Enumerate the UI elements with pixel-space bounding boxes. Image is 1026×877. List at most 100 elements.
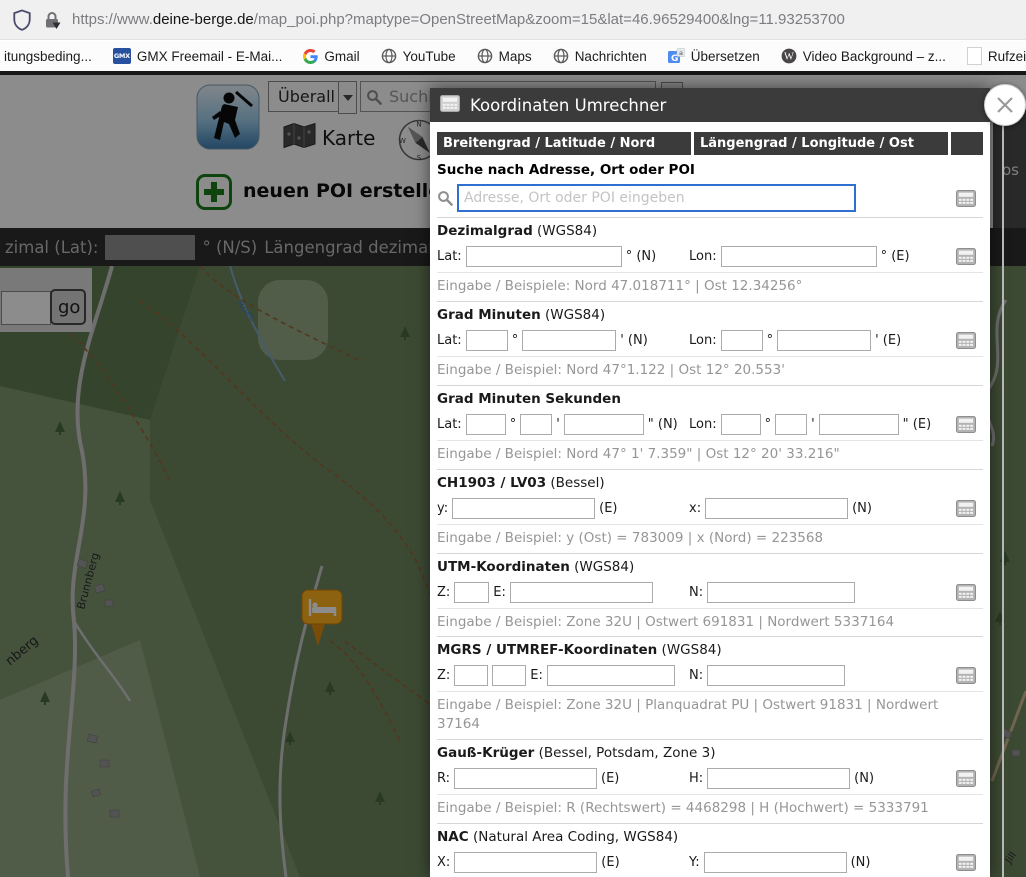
gms-lat-deg-input[interactable] bbox=[466, 414, 506, 435]
section-fields-row: Lat:° (N)Lon:° (E) bbox=[437, 242, 983, 272]
utm-north-input[interactable] bbox=[707, 582, 855, 603]
convert-dezimalgrad-button[interactable] bbox=[956, 248, 976, 265]
gm-lat-deg-input[interactable] bbox=[466, 330, 508, 351]
field-label: x: bbox=[689, 501, 701, 516]
lock-warning-icon[interactable] bbox=[43, 10, 61, 30]
bookmark-item-3[interactable]: YouTube bbox=[381, 48, 456, 64]
bookmark-item-8[interactable]: Rufzeichenliste_AFU.p... bbox=[967, 47, 1026, 65]
section-title: MGRS / UTMREF-Koordinaten (WGS84) bbox=[437, 636, 983, 661]
bookmark-label: YouTube bbox=[403, 49, 456, 64]
bookmark-item-6[interactable]: GaÜbersetzen bbox=[668, 48, 760, 65]
section-title: Gauß-Krüger (Bessel, Potsdam, Zone 3) bbox=[437, 739, 983, 764]
bookmark-item-0[interactable]: itungsbeding... bbox=[4, 49, 92, 64]
convert-grad-minuten-button[interactable] bbox=[956, 332, 976, 349]
decimal-lon-input[interactable] bbox=[721, 246, 877, 267]
convert-ch1903-lv03-button[interactable] bbox=[956, 500, 976, 517]
search-icon bbox=[437, 190, 453, 206]
field-label: E: bbox=[493, 585, 506, 600]
dialog-body: Breitengrad / Latitude / Nord Längengrad… bbox=[430, 122, 990, 877]
bookmark-item-1[interactable]: GMXGMX Freemail - E-Mai... bbox=[113, 48, 283, 64]
convert-nac-button[interactable] bbox=[956, 854, 976, 871]
field-label: Lat: bbox=[437, 333, 462, 348]
close-dialog-button[interactable] bbox=[984, 84, 1026, 126]
modal-search-input[interactable] bbox=[457, 184, 856, 212]
file-icon bbox=[967, 47, 982, 65]
field-unit: (E) bbox=[601, 855, 619, 870]
section-hint: Eingabe / Beispiele: Nord 47.018711° | O… bbox=[437, 272, 983, 301]
fields-right: H:(N) bbox=[689, 768, 929, 789]
fields-right: Y:(N) bbox=[689, 852, 929, 873]
section-hint: Eingabe / Beispiel: y (Ost) = 783009 | x… bbox=[437, 524, 983, 553]
ch1903-x-input[interactable] bbox=[705, 498, 848, 519]
search-convert-button[interactable] bbox=[956, 190, 976, 207]
bookmark-item-7[interactable]: W Video Background – z... bbox=[781, 48, 946, 64]
section-dezimalgrad: Dezimalgrad (WGS84)Lat:° (N)Lon:° (E)Ein… bbox=[437, 217, 983, 301]
section-hint: Eingabe / Beispiel: Nord 47° 1' 7.359" |… bbox=[437, 440, 983, 469]
field-unit: ° bbox=[512, 333, 519, 348]
shield-icon[interactable] bbox=[12, 9, 32, 31]
section-fields-row: Z:E:N: bbox=[437, 661, 983, 691]
fields-right: N: bbox=[689, 582, 929, 603]
field-unit: (E) bbox=[601, 771, 619, 786]
gm-lat-min-input[interactable] bbox=[522, 330, 616, 351]
bookmark-item-2[interactable]: Gmail bbox=[303, 49, 359, 64]
utm-zone-input[interactable] bbox=[454, 582, 489, 603]
utm-east-input[interactable] bbox=[510, 582, 653, 603]
fields-left: R:(E) bbox=[437, 768, 689, 789]
gk-r-input[interactable] bbox=[454, 768, 597, 789]
mgrs-zone-input[interactable] bbox=[454, 665, 488, 686]
section-title: Grad Minuten (WGS84) bbox=[437, 301, 983, 326]
globe-icon bbox=[553, 48, 569, 64]
decimal-lat-input[interactable] bbox=[466, 246, 622, 267]
field-unit: " (E) bbox=[903, 417, 931, 432]
modal-search-row bbox=[437, 182, 983, 217]
field-label: X: bbox=[437, 855, 450, 870]
fields-right: Lon:°'" (E) bbox=[689, 414, 929, 435]
bookmark-item-5[interactable]: Nachrichten bbox=[553, 48, 647, 64]
convert-mgrs-utmref-koordinaten-button[interactable] bbox=[956, 667, 976, 684]
gms-lat-min-input[interactable] bbox=[520, 414, 552, 435]
fields-left: Lat:° (N) bbox=[437, 246, 689, 267]
section-hint: Eingabe / Beispiel: R (Rechtswert) = 446… bbox=[437, 794, 983, 823]
svg-text:W: W bbox=[784, 52, 794, 63]
mgrs-north-input[interactable] bbox=[707, 665, 845, 686]
gms-lon-min-input[interactable] bbox=[775, 414, 807, 435]
field-unit: ' bbox=[556, 417, 560, 432]
gk-h-input[interactable] bbox=[707, 768, 850, 789]
field-unit: ' (N) bbox=[620, 333, 648, 348]
field-unit: (E) bbox=[599, 501, 617, 516]
mgrs-east-input[interactable] bbox=[547, 665, 675, 686]
convert-grad-minuten-sekunden-button[interactable] bbox=[956, 416, 976, 433]
convert-gau-kr-ger-button[interactable] bbox=[956, 770, 976, 787]
section-nac: NAC (Natural Area Coding, WGS84)X:(E)Y:(… bbox=[437, 823, 983, 877]
gm-lon-min-input[interactable] bbox=[777, 330, 871, 351]
gms-lon-sec-input[interactable] bbox=[819, 414, 899, 435]
field-unit: " (N) bbox=[648, 417, 678, 432]
browser-url-bar[interactable]: https://www.deine-berge.de/map_poi.php?m… bbox=[0, 0, 1026, 40]
gm-lon-deg-input[interactable] bbox=[721, 330, 763, 351]
section-title: Dezimalgrad (WGS84) bbox=[437, 217, 983, 242]
mgrs-grid-input[interactable] bbox=[492, 665, 526, 686]
bookmark-label: Video Background – z... bbox=[803, 49, 946, 64]
field-label: Lon: bbox=[689, 417, 717, 432]
field-unit: ° bbox=[767, 333, 774, 348]
gmx-icon: GMX bbox=[113, 48, 131, 64]
gms-lon-deg-input[interactable] bbox=[721, 414, 761, 435]
fields-left: Lat:°'" (N) bbox=[437, 414, 689, 435]
gms-lat-sec-input[interactable] bbox=[564, 414, 644, 435]
convert-utm-koordinaten-button[interactable] bbox=[956, 584, 976, 601]
field-label: Lon: bbox=[689, 333, 717, 348]
bookmark-item-4[interactable]: Maps bbox=[477, 48, 532, 64]
field-unit: ° (N) bbox=[626, 249, 657, 264]
section-grad-minuten-sekunden: Grad Minuten SekundenLat:°'" (N)Lon:°'" … bbox=[437, 385, 983, 469]
nac-x-input[interactable] bbox=[454, 852, 597, 873]
section-hint: Eingabe / Beispiel: Zone 32U | Planquadr… bbox=[437, 691, 983, 739]
bookmark-label: Gmail bbox=[324, 49, 359, 64]
ch1903-y-input[interactable] bbox=[452, 498, 595, 519]
nac-y-input[interactable] bbox=[704, 852, 847, 873]
dialog-title: Koordinaten Umrechner bbox=[470, 96, 666, 115]
table-header: Breitengrad / Latitude / Nord Längengrad… bbox=[437, 132, 983, 155]
fields-right: Lon:°' (E) bbox=[689, 330, 929, 351]
modal-edge-line bbox=[1002, 124, 1004, 877]
svg-text:a: a bbox=[679, 48, 683, 56]
